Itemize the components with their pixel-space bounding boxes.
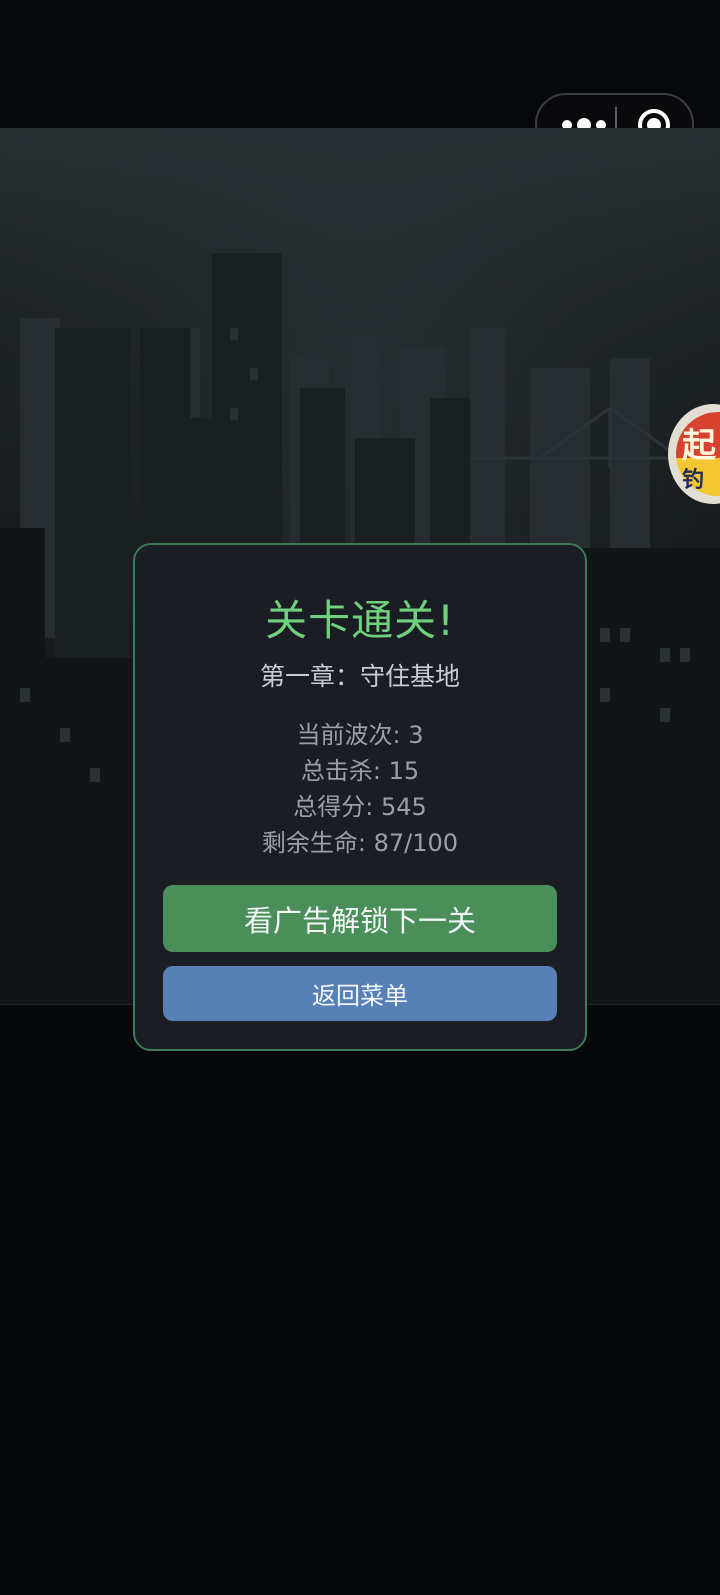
stats-list: 当前波次: 3 总击杀: 15 总得分: 545 剩余生命: 87/100 [135, 717, 585, 861]
stat-total-score: 总得分: 545 [293, 793, 427, 821]
chapter-subtitle: 第一章：守住基地 [259, 662, 460, 691]
stat-remaining-life: 剩余生命: 87/100 [261, 829, 459, 857]
level-complete-dialog: 关卡通关! 第一章：守住基地 当前波次: 3 总击杀: 15 总得分: 545 … [133, 543, 587, 1051]
badge-logo-icon: 起 钓 [676, 412, 720, 496]
stat-current-wave: 当前波次: 3 [296, 721, 424, 749]
badge-char-bottom: 钓 [682, 468, 705, 493]
stat-total-kills: 总击杀: 15 [300, 757, 420, 785]
watch-ad-unlock-button[interactable]: 看广告解锁下一关 [163, 885, 557, 952]
dialog-title: 关卡通关! [265, 596, 455, 645]
back-to-menu-button[interactable]: 返回菜单 [163, 966, 557, 1021]
badge-char-top: 起 [682, 426, 716, 466]
